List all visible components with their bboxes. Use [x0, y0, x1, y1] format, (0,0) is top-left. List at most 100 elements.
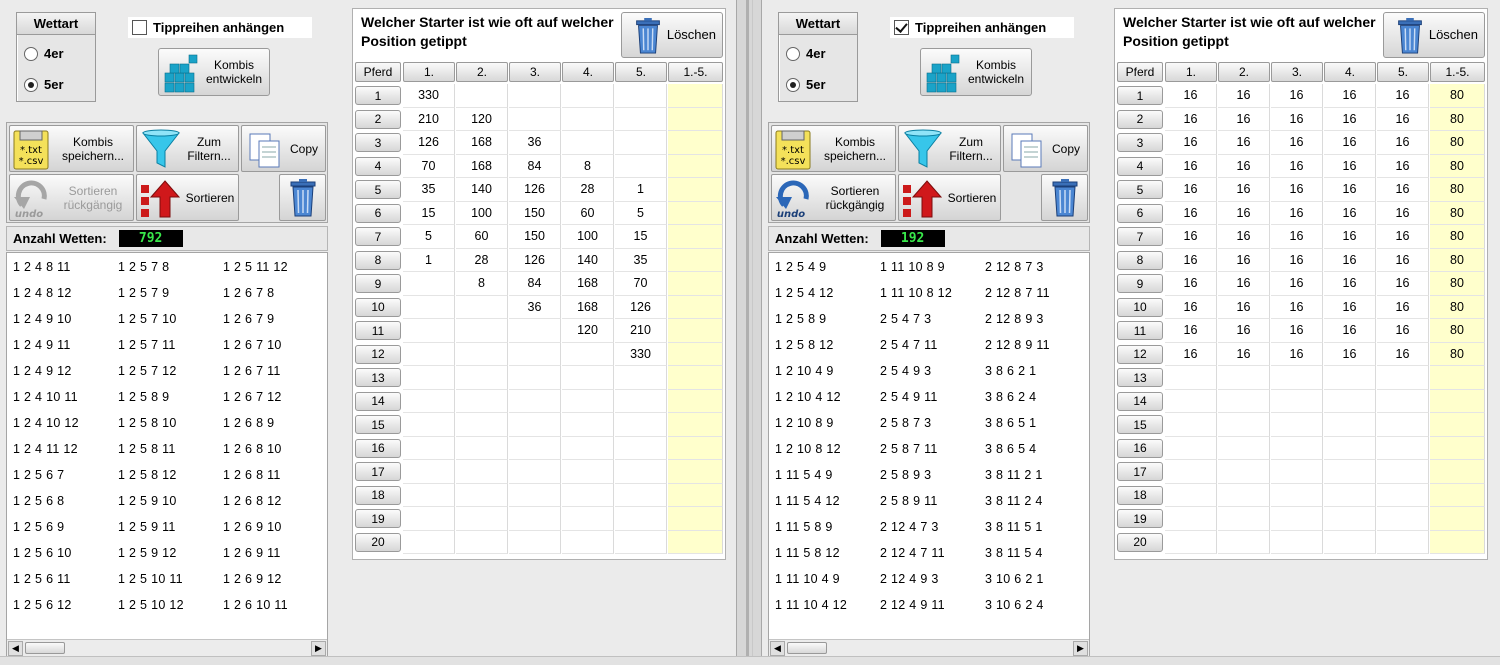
copy-button[interactable]: Copy: [241, 125, 326, 172]
list-item[interactable]: 2 12 8 9 11: [985, 338, 1050, 352]
pferd-row-button[interactable]: 17: [1117, 462, 1163, 481]
list-item[interactable]: 1 2 5 8 12: [118, 468, 177, 482]
pferd-row-button[interactable]: 20: [1117, 532, 1163, 552]
clear-list-button[interactable]: [1041, 174, 1088, 221]
list-item[interactable]: 1 2 5 8 10: [118, 416, 177, 430]
kombis-speichern-button[interactable]: *.txt *.csv Kombis speichern...: [9, 125, 134, 172]
pferd-row-button[interactable]: 9: [1117, 274, 1163, 293]
column-header[interactable]: 1.: [1165, 62, 1217, 82]
pferd-row-button[interactable]: 12: [355, 344, 401, 364]
tippreihen-anhaengen-checkbox[interactable]: Tippreihen anhängen: [890, 17, 1074, 38]
pferd-row-button[interactable]: 18: [355, 485, 401, 505]
pferd-row-button[interactable]: 13: [1117, 368, 1163, 387]
horizontal-scrollbar[interactable]: ◀ ▶: [769, 639, 1089, 656]
zum-filtern-button[interactable]: Zum Filtern...: [898, 125, 1001, 172]
list-item[interactable]: 1 2 6 7 9: [223, 312, 274, 326]
list-item[interactable]: 1 2 4 10 11: [13, 390, 78, 404]
list-item[interactable]: 1 2 5 8 9: [775, 312, 826, 326]
radio-5er[interactable]: 5er: [786, 77, 826, 92]
list-item[interactable]: 1 2 5 9 12: [118, 546, 177, 560]
pferd-row-button[interactable]: 11: [1117, 321, 1163, 340]
list-item[interactable]: 1 2 4 10 12: [13, 416, 79, 430]
column-header[interactable]: 1.-5.: [1430, 62, 1485, 82]
list-item[interactable]: 1 2 6 9 12: [223, 572, 282, 586]
scroll-thumb[interactable]: [25, 642, 65, 654]
checkbox-indicator[interactable]: [894, 20, 909, 35]
pferd-row-button[interactable]: 20: [355, 532, 401, 552]
column-header[interactable]: 1.: [403, 62, 455, 82]
list-item[interactable]: 1 2 5 10 12: [118, 598, 184, 612]
column-header[interactable]: 3.: [509, 62, 561, 82]
bet-list[interactable]: 1 2 5 4 9 1 2 5 4 12 1 2 5 8 9 1 2 5 8 12 1 …: [768, 252, 1090, 657]
pferd-row-button[interactable]: 15: [1117, 415, 1163, 434]
list-item[interactable]: 3 8 11 2 1: [985, 468, 1043, 482]
list-item[interactable]: 3 8 6 5 1: [985, 416, 1036, 430]
bet-list[interactable]: 1 2 4 8 11 1 2 4 8 12 1 2 4 9 10 1 2 4 9 11…: [6, 252, 328, 657]
split-divider[interactable]: [736, 0, 762, 665]
horizontal-scrollbar[interactable]: ◀ ▶: [7, 639, 327, 656]
list-item[interactable]: 1 2 6 9 10: [223, 520, 282, 534]
list-item[interactable]: 2 5 8 7 11: [880, 442, 938, 456]
pferd-row-button[interactable]: 6: [1117, 203, 1163, 223]
pferd-row-button[interactable]: 16: [1117, 438, 1163, 458]
list-item[interactable]: 1 2 5 11 12: [223, 260, 288, 274]
list-item[interactable]: 1 2 4 8 11: [13, 260, 71, 274]
list-item[interactable]: 1 2 5 4 9: [775, 260, 826, 274]
list-item[interactable]: 1 2 5 6 10: [13, 546, 72, 560]
list-item[interactable]: 1 11 5 4 9: [775, 468, 833, 482]
list-item[interactable]: 1 2 6 8 9: [223, 416, 274, 430]
column-header[interactable]: Pferd: [1117, 62, 1163, 82]
list-item[interactable]: 3 8 6 5 4: [985, 442, 1036, 456]
list-item[interactable]: 1 11 10 8 12: [880, 286, 952, 300]
list-item[interactable]: 1 2 6 7 11: [223, 364, 281, 378]
list-item[interactable]: 1 2 6 8 11: [223, 468, 281, 482]
tippreihen-anhaengen-checkbox[interactable]: Tippreihen anhängen: [128, 17, 312, 38]
clear-list-button[interactable]: [279, 174, 326, 221]
pferd-row-button[interactable]: 1: [1117, 86, 1163, 105]
radio-5er-indicator[interactable]: [786, 77, 800, 92]
list-item[interactable]: 1 2 10 8 12: [775, 442, 841, 456]
list-item[interactable]: 1 2 10 4 12: [775, 390, 841, 404]
list-item[interactable]: 1 2 5 7 12: [118, 364, 177, 378]
list-item[interactable]: 2 12 8 9 3: [985, 312, 1044, 326]
list-item[interactable]: 2 12 4 7 11: [880, 546, 945, 560]
list-item[interactable]: 1 2 6 8 12: [223, 494, 282, 508]
list-item[interactable]: 2 5 4 7 11: [880, 338, 938, 352]
zum-filtern-button[interactable]: Zum Filtern...: [136, 125, 239, 172]
column-header[interactable]: 2.: [1218, 62, 1270, 82]
list-item[interactable]: 2 12 8 7 11: [985, 286, 1050, 300]
list-item[interactable]: 3 8 6 2 4: [985, 390, 1036, 404]
column-header[interactable]: 3.: [1271, 62, 1323, 82]
pferd-row-button[interactable]: 15: [355, 415, 401, 434]
list-item[interactable]: 3 8 11 5 4: [985, 546, 1043, 560]
pferd-row-button[interactable]: 9: [355, 274, 401, 293]
pferd-row-button[interactable]: 10: [355, 297, 401, 317]
pferd-row-button[interactable]: 5: [355, 180, 401, 199]
kombis-speichern-button[interactable]: *.txt *.csv Kombis speichern...: [771, 125, 896, 172]
list-item[interactable]: 1 2 6 7 8: [223, 286, 274, 300]
list-item[interactable]: 1 2 5 10 11: [118, 572, 183, 586]
list-item[interactable]: 1 11 10 8 9: [880, 260, 945, 274]
list-item[interactable]: 1 11 5 8 9: [775, 520, 833, 534]
list-item[interactable]: 1 2 5 6 7: [13, 468, 64, 482]
list-item[interactable]: 3 10 6 2 1: [985, 572, 1044, 586]
list-item[interactable]: 1 2 6 10 11: [223, 598, 288, 612]
pferd-row-button[interactable]: 16: [355, 438, 401, 458]
radio-5er-indicator[interactable]: [24, 77, 38, 92]
list-item[interactable]: 2 12 8 7 3: [985, 260, 1044, 274]
radio-4er-indicator[interactable]: [24, 46, 38, 61]
list-item[interactable]: 1 2 5 7 10: [118, 312, 177, 326]
pferd-row-button[interactable]: 5: [1117, 180, 1163, 199]
list-item[interactable]: 2 5 8 9 3: [880, 468, 931, 482]
column-header[interactable]: 1.-5.: [668, 62, 723, 82]
pferd-row-button[interactable]: 13: [355, 368, 401, 387]
list-item[interactable]: 1 11 10 4 12: [775, 598, 847, 612]
list-item[interactable]: 1 2 4 11 12: [13, 442, 78, 456]
list-item[interactable]: 1 2 5 6 9: [13, 520, 64, 534]
pferd-row-button[interactable]: 14: [355, 391, 401, 411]
column-header[interactable]: 4.: [1324, 62, 1376, 82]
column-header[interactable]: 5.: [615, 62, 667, 82]
kombis-entwickeln-button[interactable]: Kombis entwickeln: [158, 48, 270, 96]
list-item[interactable]: 1 2 6 7 10: [223, 338, 282, 352]
pferd-row-button[interactable]: 7: [355, 227, 401, 246]
